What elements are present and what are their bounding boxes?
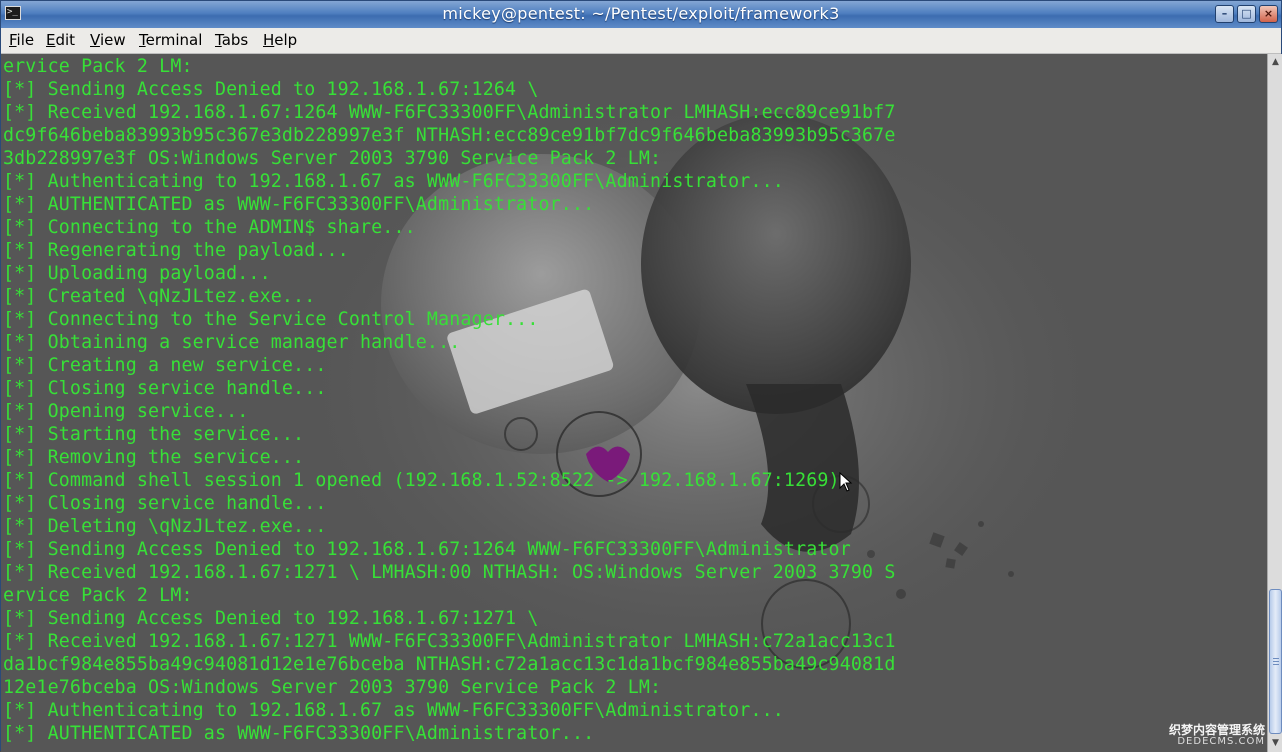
terminal-window: >_ mickey@pentest: ~/Pentest/exploit/fra… bbox=[0, 0, 1282, 752]
menu-view-label: iew bbox=[99, 31, 126, 49]
grip-line bbox=[1273, 661, 1279, 662]
terminal-output-area[interactable]: ervice Pack 2 LM: [*] Sending Access Deni… bbox=[1, 54, 1267, 752]
scroll-up-icon[interactable]: ▲ bbox=[1270, 57, 1281, 68]
terminal-line: [*] Authenticating to 192.168.1.67 as WW… bbox=[3, 700, 784, 721]
watermark-title: 织梦内容管理系统 bbox=[1168, 723, 1265, 737]
menu-bar: File Edit View Terminal Tabs Help bbox=[1, 28, 1281, 54]
terminal-line: [*] Command shell session 1 opened (192.… bbox=[3, 470, 840, 491]
menu-terminal-label: erminal bbox=[145, 31, 203, 49]
menu-tabs-label: abs bbox=[221, 31, 249, 49]
vertical-scrollbar[interactable]: ▲ ▼ bbox=[1267, 54, 1282, 752]
terminal-line: [*] Creating a new service... bbox=[3, 355, 327, 376]
terminal-line: [*] Sending Access Denied to 192.168.1.6… bbox=[3, 608, 539, 629]
menu-view-mnemonic: V bbox=[90, 31, 100, 49]
scrollbar-thumb[interactable] bbox=[1269, 589, 1282, 734]
scroll-down-icon[interactable]: ▼ bbox=[1270, 738, 1281, 749]
maximize-icon: □ bbox=[1241, 7, 1252, 20]
terminal-line: ervice Pack 2 LM: bbox=[3, 585, 193, 606]
terminal-line: [*] Received 192.168.1.67:1271 \ LMHASH:… bbox=[3, 562, 896, 583]
menu-file-label: ile bbox=[16, 31, 35, 49]
terminal-line: [*] Sending Access Denied to 192.168.1.6… bbox=[3, 539, 851, 560]
menu-edit-label: dit bbox=[55, 31, 76, 49]
terminal-line: [*] Sending Access Denied to 192.168.1.6… bbox=[3, 79, 539, 100]
menu-edit[interactable]: Edit bbox=[46, 31, 75, 49]
terminal-line: [*] Connecting to the Service Control Ma… bbox=[3, 309, 539, 330]
terminal-line: [*] Regenerating the payload... bbox=[3, 240, 349, 261]
menu-tabs-mnemonic: T bbox=[215, 31, 222, 49]
terminal-line: [*] Starting the service... bbox=[3, 424, 305, 445]
menu-tabs[interactable]: Tabs bbox=[215, 31, 248, 49]
terminal-line: [*] Opening service... bbox=[3, 401, 249, 422]
maximize-button[interactable]: □ bbox=[1237, 5, 1256, 23]
terminal-line: ervice Pack 2 LM: bbox=[3, 56, 193, 77]
menu-help-mnemonic: H bbox=[263, 31, 275, 49]
terminal-line: [*] Closing service handle... bbox=[3, 493, 327, 514]
title-bar[interactable]: >_ mickey@pentest: ~/Pentest/exploit/fra… bbox=[1, 1, 1281, 29]
terminal-line: [*] Closing service handle... bbox=[3, 378, 327, 399]
menu-terminal[interactable]: Terminal bbox=[139, 31, 202, 49]
terminal-line: [*] Created \qNzJLtez.exe... bbox=[3, 286, 316, 307]
menu-file[interactable]: File bbox=[9, 31, 34, 49]
terminal-line: [*] Authenticating to 192.168.1.67 as WW… bbox=[3, 171, 784, 192]
window-title: mickey@pentest: ~/Pentest/exploit/framew… bbox=[442, 4, 840, 23]
terminal-line: 12e1e76bceba OS:Windows Server 2003 3790… bbox=[3, 677, 662, 698]
terminal-line: [*] Connecting to the ADMIN$ share... bbox=[3, 217, 416, 238]
terminal-line: [*] Uploading payload... bbox=[3, 263, 271, 284]
mouse-pointer-icon bbox=[839, 472, 853, 492]
terminal-line: [*] Received 192.168.1.67:1264 WWW-F6FC3… bbox=[3, 102, 896, 123]
terminal-output: ervice Pack 2 LM: [*] Sending Access Deni… bbox=[3, 55, 896, 745]
terminal-line: dc9f646beba83993b95c367e3db228997e3f NTH… bbox=[3, 125, 896, 146]
grip-line bbox=[1273, 664, 1279, 665]
watermark-domain: DEDECMS.COM bbox=[1177, 736, 1265, 747]
watermark: 织梦内容管理系统 DEDECMS.COM bbox=[1169, 724, 1265, 748]
close-icon: × bbox=[1263, 7, 1274, 20]
terminal-line: [*] Deleting \qNzJLtez.exe... bbox=[3, 516, 327, 537]
terminal-line: [*] Obtaining a service manager handle..… bbox=[3, 332, 461, 353]
menu-help[interactable]: Help bbox=[263, 31, 297, 49]
terminal-line: [*] AUTHENTICATED as WWW-F6FC33300FF\Adm… bbox=[3, 723, 595, 744]
terminal-line: 3db228997e3f OS:Windows Server 2003 3790… bbox=[3, 148, 662, 169]
menu-file-mnemonic: F bbox=[9, 31, 17, 49]
close-button[interactable]: × bbox=[1259, 5, 1278, 23]
menu-view[interactable]: View bbox=[90, 31, 126, 49]
terminal-line: [*] Removing the service... bbox=[3, 447, 305, 468]
grip-line bbox=[1273, 658, 1279, 659]
terminal-line: da1bcf984e855ba49c94081d12e1e76bceba NTH… bbox=[3, 654, 896, 675]
minimize-button[interactable]: – bbox=[1215, 5, 1234, 23]
terminal-line: [*] Received 192.168.1.67:1271 WWW-F6FC3… bbox=[3, 631, 896, 652]
terminal-line: [*] AUTHENTICATED as WWW-F6FC33300FF\Adm… bbox=[3, 194, 595, 215]
menu-help-label: elp bbox=[274, 31, 298, 49]
minimize-icon: – bbox=[1221, 7, 1228, 20]
menu-terminal-mnemonic: T bbox=[139, 31, 146, 49]
